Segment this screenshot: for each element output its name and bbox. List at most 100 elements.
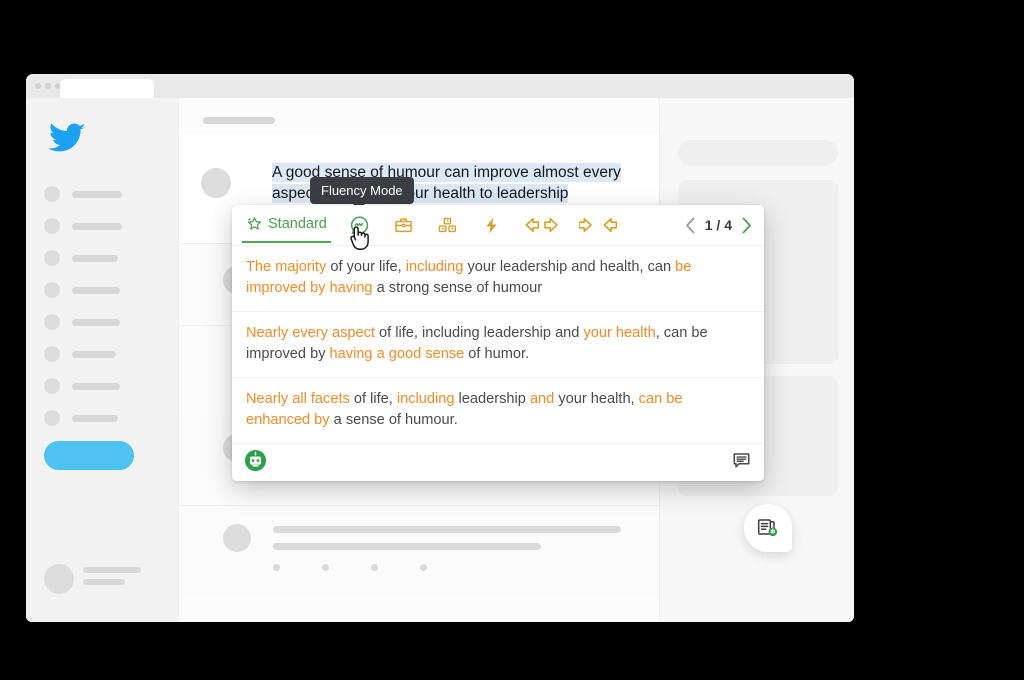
speech-bubble-squiggle-icon: [351, 216, 369, 234]
mode-button-simple[interactable]: [433, 210, 463, 240]
rail-search-box[interactable]: [678, 140, 838, 166]
paraphraser-popup: Standard 1 / 4 The majority of your life…: [232, 205, 764, 481]
table-row[interactable]: [179, 506, 659, 596]
sidebar-item-label: [72, 286, 120, 294]
pagination: 1 / 4: [685, 217, 752, 234]
changed-word: and: [529, 391, 555, 407]
compose-tweet-button[interactable]: [44, 441, 134, 470]
suggestion-text-1: Nearly every aspect of life, including l…: [246, 323, 750, 365]
sidebar-item-2[interactable]: [44, 248, 164, 268]
sidebar-item-icon: [44, 378, 60, 394]
mode-button-creative[interactable]: [477, 210, 507, 240]
feedback-comment-icon[interactable]: [732, 451, 751, 475]
unchanged-word: of life, including leadership and: [374, 325, 584, 341]
sidebar-item-label: [72, 382, 120, 390]
list-item[interactable]: The majority of your life, including you…: [232, 246, 764, 312]
mode-button-shorten[interactable]: [578, 210, 624, 240]
changed-word: Nearly every aspect: [246, 325, 375, 341]
mode-toolbar: Standard 1 / 4: [232, 205, 764, 246]
sidebar-item-4[interactable]: [44, 312, 164, 332]
sidebar-item-icon: [44, 250, 60, 266]
sidebar-item-7[interactable]: [44, 408, 164, 428]
changed-word: Nearly all facets: [246, 391, 350, 407]
avatar: [201, 168, 231, 198]
popup-footer: [232, 443, 764, 481]
post-line-2: [273, 543, 541, 550]
browser-tab[interactable]: [60, 79, 154, 98]
unchanged-word: your leadership and health, can: [463, 259, 676, 275]
like-icon[interactable]: [371, 564, 378, 571]
post-actions: [273, 564, 427, 571]
sidebar-item-6[interactable]: [44, 376, 164, 396]
changed-word: including: [396, 391, 455, 407]
next-suggestion-button[interactable]: [741, 217, 752, 234]
changed-word: including: [405, 259, 464, 275]
sidebar-item-label: [72, 318, 120, 326]
list-item[interactable]: Nearly every aspect of life, including l…: [232, 312, 764, 378]
sidebar-item-icon: [44, 314, 60, 330]
sidebar-item-icon: [44, 282, 60, 298]
avatar: [44, 564, 74, 594]
window-close-dot[interactable]: [35, 83, 41, 89]
unchanged-word: a strong sense of humour: [372, 280, 543, 296]
unchanged-word: of your life,: [326, 259, 406, 275]
post-line-1: [273, 526, 621, 533]
sidebar-item-icon: [44, 410, 60, 426]
paraphrase-fab-button[interactable]: [744, 504, 792, 552]
sidebar-item-label: [72, 190, 122, 198]
suggestions-list: The majority of your life, including you…: [232, 246, 764, 443]
previous-suggestion-button[interactable]: [685, 217, 696, 234]
page-title: [203, 117, 275, 124]
retweet-icon[interactable]: [322, 564, 329, 571]
share-icon[interactable]: [420, 564, 427, 571]
unchanged-word: of humor.: [464, 346, 530, 362]
mode-button-standard[interactable]: Standard: [242, 216, 331, 243]
mode-label-standard: Standard: [268, 216, 327, 232]
screenshot-stage: A good sense of humour can improve almos…: [0, 0, 1024, 680]
mode-button-formal[interactable]: [389, 210, 419, 240]
chevron-right-icon: [742, 217, 751, 233]
sparkle-star-icon: [247, 216, 262, 230]
sidebar-item-label: [72, 254, 118, 262]
list-item[interactable]: Nearly all facets of life, including lea…: [232, 378, 764, 443]
building-blocks-icon: [439, 217, 457, 232]
changed-word: having a good sense: [329, 346, 465, 362]
mode-button-expand[interactable]: [522, 210, 568, 240]
sidebar-nav-list: [44, 184, 164, 440]
sidebar-item-icon: [44, 346, 60, 362]
changed-word: The majority: [246, 259, 327, 275]
reply-icon[interactable]: [273, 564, 280, 571]
changed-word: your health: [583, 325, 656, 341]
sidebar-item-1[interactable]: [44, 216, 164, 236]
unchanged-word: your health,: [554, 391, 639, 407]
briefcase-icon: [395, 217, 413, 232]
suggestion-text-2: Nearly all facets of life, including lea…: [246, 389, 750, 431]
unchanged-word: leadership: [454, 391, 530, 407]
unchanged-word: of life,: [349, 391, 397, 407]
paraphrase-document-icon: [757, 519, 778, 537]
arrows-inward-icon: [578, 217, 617, 233]
sidebar-profile[interactable]: [44, 564, 141, 594]
sidebar-item-icon: [44, 218, 60, 234]
sidebar-item-label: [72, 222, 122, 230]
sidebar-item-0[interactable]: [44, 184, 164, 204]
sidebar-item-label: [72, 350, 116, 358]
window-minimize-dot[interactable]: [45, 83, 51, 89]
sidebar-item-5[interactable]: [44, 344, 164, 364]
mode-button-fluency[interactable]: [345, 210, 375, 240]
fluency-mode-tooltip: Fluency Mode: [310, 177, 414, 210]
quillbot-robot-icon[interactable]: [244, 449, 267, 477]
suggestion-text-0: The majority of your life, including you…: [246, 257, 750, 299]
profile-labels: [83, 567, 141, 591]
twitter-bird-icon[interactable]: [48, 123, 86, 155]
unchanged-word: a sense of humour.: [329, 412, 458, 428]
browser-chrome-bar: [26, 74, 854, 98]
sidebar-item-label: [72, 414, 118, 422]
window-controls: [35, 83, 61, 89]
avatar: [223, 524, 251, 552]
sidebar-item-3[interactable]: [44, 280, 164, 300]
sidebar-item-icon: [44, 186, 60, 202]
sidebar: [26, 98, 178, 622]
lightning-bolt-icon: [486, 216, 498, 234]
arrows-outward-icon: [525, 217, 558, 233]
